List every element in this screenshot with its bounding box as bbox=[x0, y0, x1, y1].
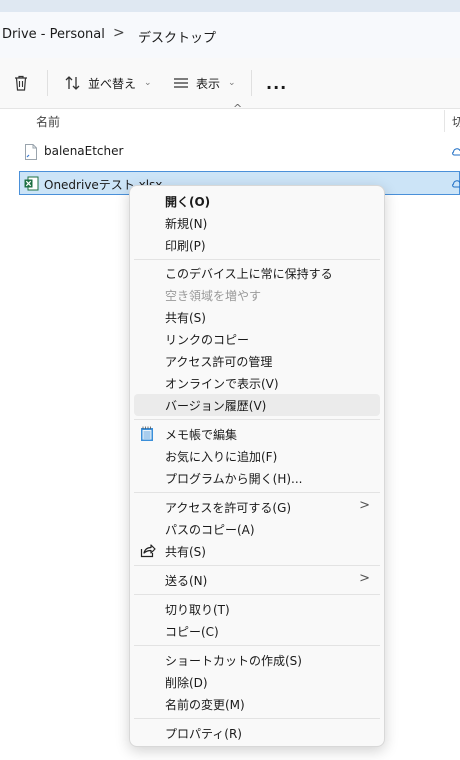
more-options-button[interactable]: ... bbox=[266, 58, 287, 108]
menu-item-delete[interactable]: 削除(D) bbox=[134, 671, 380, 693]
column-next[interactable]: 切 bbox=[452, 113, 460, 130]
delete-button[interactable] bbox=[12, 58, 30, 108]
breadcrumb-drive[interactable]: Drive - Personal bbox=[2, 27, 105, 42]
more-icon: ... bbox=[266, 73, 288, 93]
column-header: ^ 名前 切 bbox=[0, 102, 460, 134]
menu-separator bbox=[134, 419, 380, 420]
menu-item-properties[interactable]: プロパティ(R) bbox=[134, 722, 380, 744]
chevron-right-icon: > bbox=[359, 571, 370, 586]
column-name[interactable]: 名前 bbox=[36, 113, 60, 130]
menu-separator bbox=[134, 594, 380, 595]
menu-item-share-2[interactable]: 共有(S) bbox=[134, 540, 380, 562]
menu-item-create-shortcut[interactable]: ショートカットの作成(S) bbox=[134, 649, 380, 671]
toolbar-divider bbox=[47, 70, 48, 96]
cloud-status-icon bbox=[451, 146, 460, 160]
menu-item-notepad-edit[interactable]: メモ帳で編集 bbox=[134, 423, 380, 445]
context-menu: 開く(O) 新規(N) 印刷(P) このデバイス上に常に保持する 空き領域を増や… bbox=[129, 185, 385, 747]
menu-item-give-access[interactable]: アクセスを許可する(G) > bbox=[134, 496, 380, 518]
shortcut-file-icon bbox=[24, 144, 38, 163]
menu-separator bbox=[134, 718, 380, 719]
menu-item-free-space: 空き領域を増やす bbox=[165, 289, 262, 303]
menu-separator bbox=[134, 565, 380, 566]
menu-item-rename[interactable]: 名前の変更(M) bbox=[134, 693, 380, 715]
menu-item-version-history[interactable]: バージョン履歴(V) bbox=[134, 394, 380, 416]
sort-arrows-icon bbox=[65, 76, 80, 90]
sort-button[interactable]: 並べ替え ⌄ bbox=[64, 58, 152, 108]
menu-item-share[interactable]: 共有(S) bbox=[134, 306, 380, 328]
file-row[interactable]: balenaEtcher bbox=[20, 140, 460, 164]
menu-separator bbox=[134, 492, 380, 493]
menu-separator bbox=[134, 259, 380, 260]
view-button[interactable]: 表示 ⌄ bbox=[172, 58, 236, 108]
notepad-icon bbox=[140, 426, 154, 445]
menu-item-copy[interactable]: コピー(C) bbox=[134, 620, 380, 642]
menu-item-keep-on-device[interactable]: このデバイス上に常に保持する bbox=[134, 262, 380, 284]
column-divider[interactable] bbox=[444, 110, 445, 132]
sort-ascending-icon: ^ bbox=[233, 102, 243, 115]
menu-item-manage-access[interactable]: アクセス許可の管理 bbox=[134, 350, 380, 372]
menu-item-add-favorites[interactable]: お気に入りに追加(F) bbox=[134, 445, 380, 467]
menu-item-send-to[interactable]: 送る(N) > bbox=[134, 569, 380, 591]
toolbar-divider bbox=[251, 70, 252, 96]
view-lines-icon bbox=[174, 78, 188, 88]
title-strip bbox=[0, 0, 460, 12]
share-icon bbox=[140, 543, 156, 561]
menu-item-print[interactable]: 印刷(P) bbox=[134, 234, 380, 256]
chevron-right-icon: > bbox=[359, 498, 370, 513]
menu-item-copy-link[interactable]: リンクのコピー bbox=[134, 328, 380, 350]
menu-separator bbox=[134, 645, 380, 646]
command-bar: 並べ替え ⌄ 表示 ⌄ ... bbox=[0, 58, 460, 109]
excel-file-icon bbox=[24, 176, 39, 194]
menu-item-open[interactable]: 開く(O) bbox=[134, 190, 380, 212]
menu-item-view-online[interactable]: オンラインで表示(V) bbox=[134, 372, 380, 394]
menu-item-open-with[interactable]: プログラムから開く(H)... bbox=[134, 467, 380, 489]
breadcrumb-separator-icon[interactable]: > bbox=[113, 25, 125, 41]
view-label: 表示 bbox=[196, 76, 221, 91]
chevron-down-icon: ⌄ bbox=[228, 78, 236, 88]
breadcrumb-desktop[interactable]: デスクトップ bbox=[138, 27, 216, 46]
menu-item-copy-path[interactable]: パスのコピー(A) bbox=[134, 518, 380, 540]
sort-label: 並べ替え bbox=[88, 76, 137, 91]
trash-icon bbox=[15, 75, 27, 91]
cloud-status-icon bbox=[451, 178, 460, 192]
address-bar[interactable]: Drive - Personal > デスクトップ bbox=[0, 12, 460, 59]
menu-item-new[interactable]: 新規(N) bbox=[134, 212, 380, 234]
file-name: balenaEtcher bbox=[44, 144, 124, 158]
menu-item-cut[interactable]: 切り取り(T) bbox=[134, 598, 380, 620]
chevron-down-icon: ⌄ bbox=[144, 78, 152, 88]
